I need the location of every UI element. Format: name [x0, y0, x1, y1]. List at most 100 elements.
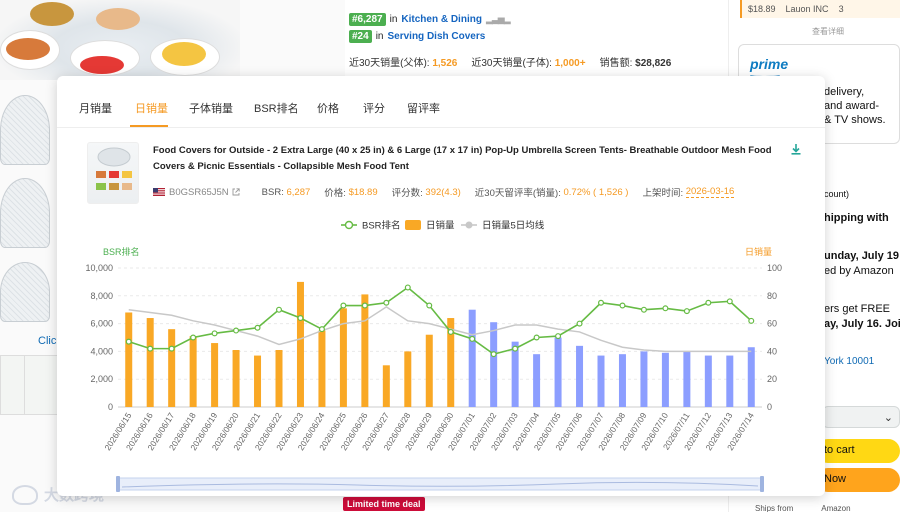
tab-monthly-sales[interactable]: 月销量: [79, 100, 112, 116]
tab-rating[interactable]: 评分: [363, 100, 385, 116]
bsr-point[interactable]: [211, 330, 218, 337]
y-tick-left: 6,000: [90, 319, 113, 329]
sales-bar[interactable]: [468, 309, 476, 407]
product-title: Food Covers for Outside - 2 Extra Large …: [153, 145, 772, 172]
bsr-point[interactable]: [662, 305, 669, 312]
zoom-slider-handle-right[interactable]: [760, 476, 764, 492]
bsr-point[interactable]: [533, 334, 540, 341]
bsr-point[interactable]: [125, 338, 132, 345]
bsr-point[interactable]: [276, 306, 283, 313]
bsr-point[interactable]: [254, 324, 261, 331]
sales-bar[interactable]: [296, 281, 304, 407]
sales-bar[interactable]: [275, 350, 283, 407]
sales-bar[interactable]: [554, 337, 562, 408]
sales-bar[interactable]: [168, 329, 176, 407]
y-tick-right: 0: [767, 402, 772, 412]
tab-review-rate[interactable]: 留评率: [407, 100, 440, 116]
bsr-point[interactable]: [619, 302, 626, 309]
sales-bar[interactable]: [146, 318, 154, 407]
tab-child-sales[interactable]: 子体销量: [189, 100, 233, 116]
tab-bar: 月销量 日销量 子体销量 BSR排名 价格 评分 留评率: [57, 76, 825, 128]
bsr-point[interactable]: [683, 308, 690, 315]
sales-bar[interactable]: [704, 355, 712, 407]
sales-bar[interactable]: [597, 355, 605, 407]
bsr-point[interactable]: [555, 333, 562, 340]
rank-line-2: #24 in Serving Dish Covers: [349, 30, 485, 43]
sales-bar[interactable]: [726, 355, 734, 407]
download-icon[interactable]: [791, 144, 801, 155]
bsr-value: 6,287: [286, 186, 311, 198]
bsr-point[interactable]: [340, 302, 347, 309]
bsr-point[interactable]: [233, 327, 240, 334]
bsr-point[interactable]: [640, 306, 647, 313]
view-details-link[interactable]: 查看详细: [812, 26, 844, 37]
bsr-point[interactable]: [147, 345, 154, 352]
bsr-point[interactable]: [447, 328, 454, 335]
bsr-point[interactable]: [512, 345, 519, 352]
sales-bar[interactable]: [640, 351, 648, 407]
delivery-date-text: unday, July 19: [824, 250, 899, 262]
bsr-point[interactable]: [705, 299, 712, 306]
bsr-point[interactable]: [426, 302, 433, 309]
y-tick-left: 0: [108, 402, 113, 412]
sales-bar[interactable]: [232, 350, 240, 407]
bsr-point[interactable]: [597, 299, 604, 306]
sales-bar[interactable]: [425, 334, 433, 407]
sales-bar[interactable]: [254, 355, 262, 407]
sales-bar[interactable]: [318, 330, 326, 407]
add-to-cart-button[interactable]: to cart: [816, 439, 900, 463]
legend-sales-label[interactable]: 日销量: [426, 220, 455, 232]
legend-ma-label[interactable]: 日销量5日均线: [482, 220, 545, 232]
sales-bar[interactable]: [404, 351, 412, 407]
rating-value: 392(4.3): [425, 186, 461, 198]
product-main-image[interactable]: [0, 0, 240, 80]
sales-bar[interactable]: [490, 322, 498, 407]
sales-bar[interactable]: [618, 354, 626, 407]
bsr-point[interactable]: [383, 299, 390, 306]
sales-bar[interactable]: [533, 354, 541, 407]
sales-bar[interactable]: [361, 294, 369, 407]
buy-now-button[interactable]: Now: [816, 468, 900, 492]
daily-sales-chart: BSR排名 日销量 日销量5日均线BSR排名 日销量0 02,000 204,000 406…: [85, 220, 782, 492]
bsr-point[interactable]: [297, 315, 304, 322]
limited-deal-badge: Limited time deal: [343, 497, 425, 511]
y-axis-left-title: BSR排名: [103, 246, 140, 257]
fulfilled-text: ed by Amazon: [824, 265, 894, 277]
tab-price[interactable]: 价格: [317, 100, 339, 116]
bsr-point[interactable]: [748, 317, 755, 324]
sales-data-popup: 月销量 日销量 子体销量 BSR排名 价格 评分 留评率 Food Covers…: [57, 76, 825, 496]
bsr-point[interactable]: [361, 302, 368, 309]
external-link-icon[interactable]: [232, 188, 240, 196]
trend-chart-icon[interactable]: ▂▃▅▂: [486, 14, 511, 25]
legend-bsr-label[interactable]: BSR排名: [362, 220, 401, 232]
bsr-point[interactable]: [469, 335, 476, 342]
bsr-point[interactable]: [318, 326, 325, 333]
rank-badge: #24: [349, 30, 372, 43]
sales-bar[interactable]: [683, 351, 691, 407]
bsr-point[interactable]: [404, 284, 411, 291]
zoom-slider-handle-left[interactable]: [116, 476, 120, 492]
prime-text-2: and award-: [824, 100, 880, 112]
tab-bsr-rank[interactable]: BSR排名: [254, 100, 299, 116]
sales-bar[interactable]: [661, 352, 669, 407]
bsr-point[interactable]: [168, 345, 175, 352]
bsr-point[interactable]: [576, 320, 583, 327]
bsr-point[interactable]: [190, 334, 197, 341]
y-tick-left: 10,000: [85, 263, 113, 273]
bsr-point[interactable]: [490, 351, 497, 358]
sales-bar[interactable]: [189, 336, 197, 407]
deliver-to-link[interactable]: York 10001: [824, 356, 874, 367]
rank-category-link[interactable]: Kitchen & Dining: [401, 14, 482, 25]
y-tick-left: 8,000: [90, 291, 113, 301]
sales-bar[interactable]: [576, 345, 584, 407]
quantity-select[interactable]: ⌄: [822, 406, 900, 428]
sales-bar[interactable]: [382, 365, 390, 407]
ships-from-row: Ships from Amazon: [755, 504, 851, 512]
rank-category-link[interactable]: Serving Dish Covers: [387, 31, 485, 42]
tab-daily-sales[interactable]: 日销量: [135, 100, 168, 116]
active-tab-indicator: [130, 125, 168, 127]
sales-bar[interactable]: [211, 343, 219, 407]
sales-bar[interactable]: [125, 312, 133, 407]
bsr-point[interactable]: [726, 298, 733, 305]
sales-bar[interactable]: [747, 347, 755, 407]
